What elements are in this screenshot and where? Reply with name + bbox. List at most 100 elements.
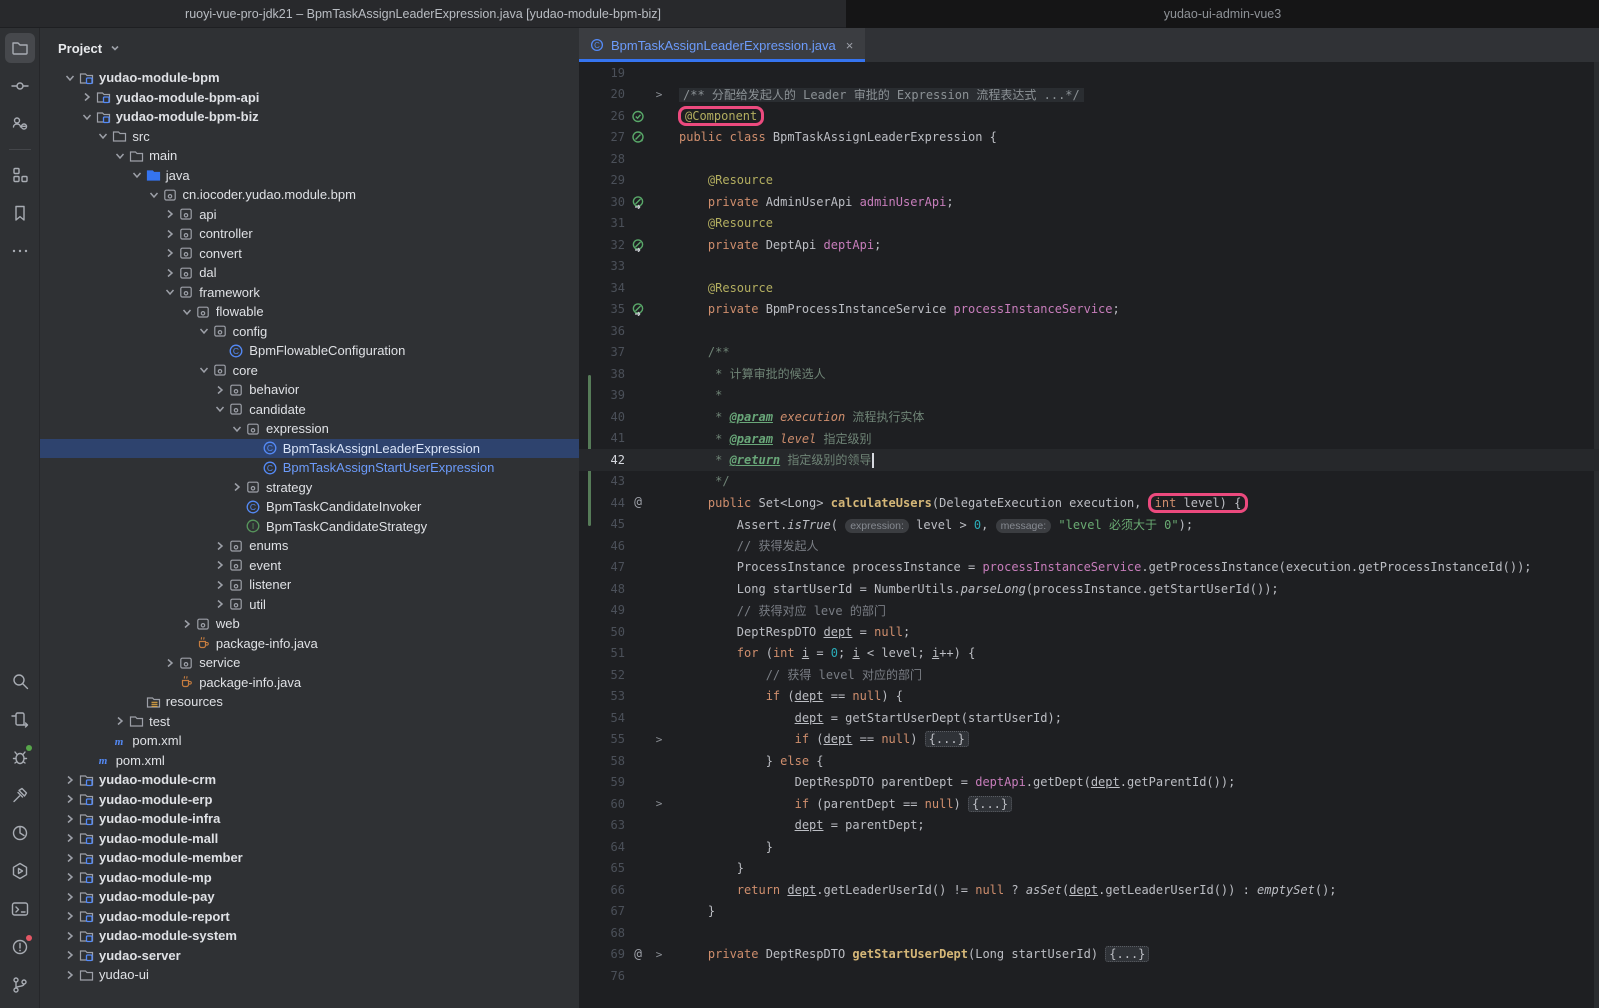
tree-item-yudao-module-infra[interactable]: yudao-module-infra: [40, 809, 579, 829]
tree-item-dal[interactable]: dal: [40, 263, 579, 283]
code-line-37[interactable]: 37 /**: [579, 342, 1599, 364]
folded-region[interactable]: {...}: [1105, 946, 1149, 962]
tab-bpmtaskassignleaderexpression[interactable]: C BpmTaskAssignLeaderExpression.java ×: [579, 28, 865, 62]
tree-item-yudao-module-pay[interactable]: yudao-module-pay: [40, 887, 579, 907]
tree-item-util[interactable]: util: [40, 595, 579, 615]
chevron-right-icon[interactable]: [162, 655, 178, 671]
chevron-right-icon[interactable]: [212, 382, 228, 398]
tree-item-service[interactable]: service: [40, 653, 579, 673]
chevron-down-icon[interactable]: [146, 187, 162, 203]
folded-region[interactable]: {...}: [968, 796, 1012, 812]
code-line-48[interactable]: 48 Long startUserId = NumberUtils.parseL…: [579, 578, 1599, 600]
code-line-76[interactable]: 76: [579, 965, 1599, 987]
annotation-gutter-icon[interactable]: @: [625, 947, 651, 962]
tree-item-src[interactable]: src: [40, 127, 579, 147]
tree-item-convert[interactable]: convert: [40, 244, 579, 264]
code-line-51[interactable]: 51 for (int i = 0; i < level; i++) {: [579, 643, 1599, 665]
tree-item-java[interactable]: java: [40, 166, 579, 186]
more-icon[interactable]: [5, 236, 35, 266]
tree-item-test[interactable]: test: [40, 712, 579, 732]
code-line-64[interactable]: 64 }: [579, 836, 1599, 858]
chevron-down-icon[interactable]: [196, 362, 212, 378]
chevron-down-icon[interactable]: [79, 109, 95, 125]
code-line-50[interactable]: 50 DeptRespDTO dept = null;: [579, 621, 1599, 643]
tree-item-behavior[interactable]: behavior: [40, 380, 579, 400]
chevron-right-icon[interactable]: [62, 830, 78, 846]
close-icon[interactable]: ×: [846, 38, 854, 53]
code-line-26[interactable]: 26@Component: [579, 105, 1599, 127]
chevron-right-icon[interactable]: [162, 226, 178, 242]
code-line-20[interactable]: 20>/** 分配给发起人的 Leader 审批的 Expression 流程表…: [579, 84, 1599, 106]
tree-item-main[interactable]: main: [40, 146, 579, 166]
code-line-67[interactable]: 67 }: [579, 901, 1599, 923]
chevron-right-icon[interactable]: [229, 479, 245, 495]
chevron-right-icon[interactable]: [62, 908, 78, 924]
code-line-31[interactable]: 31 @Resource: [579, 213, 1599, 235]
code-line-59[interactable]: 59 DeptRespDTO parentDept = deptApi.getD…: [579, 772, 1599, 794]
code-line-46[interactable]: 46 // 获得发起人: [579, 535, 1599, 557]
chevron-right-icon[interactable]: [62, 811, 78, 827]
tree-item-yudao-module-bpm-api[interactable]: yudao-module-bpm-api: [40, 88, 579, 108]
chevron-down-icon[interactable]: [112, 148, 128, 164]
fold-arrow-icon[interactable]: >: [651, 733, 667, 746]
code-line-32[interactable]: 32 private DeptApi deptApi;: [579, 234, 1599, 256]
code-line-52[interactable]: 52 // 获得 level 对应的部门: [579, 664, 1599, 686]
project-folder-icon[interactable]: [5, 33, 35, 63]
code-line-33[interactable]: 33: [579, 256, 1599, 278]
tree-item-pom-xml[interactable]: mpom.xml: [40, 731, 579, 751]
tree-item-yudao-module-bpm-biz[interactable]: yudao-module-bpm-biz: [40, 107, 579, 127]
code-line-38[interactable]: 38 * 计算审批的候选人: [579, 363, 1599, 385]
code-line-58[interactable]: 58 } else {: [579, 750, 1599, 772]
code-line-35[interactable]: 35 private BpmProcessInstanceService pro…: [579, 299, 1599, 321]
chevron-down-icon[interactable]: [62, 70, 78, 86]
tree-item-framework[interactable]: framework: [40, 283, 579, 303]
code-line-49[interactable]: 49 // 获得对应 leve 的部门: [579, 600, 1599, 622]
code-line-68[interactable]: 68: [579, 922, 1599, 944]
code-line-43[interactable]: 43 */: [579, 471, 1599, 493]
code-line-41[interactable]: 41 * @param level 指定级别: [579, 428, 1599, 450]
chevron-right-icon[interactable]: [62, 850, 78, 866]
chevron-right-icon[interactable]: [62, 928, 78, 944]
tree-item-yudao-module-report[interactable]: yudao-module-report: [40, 907, 579, 927]
services-icon[interactable]: [5, 856, 35, 886]
chevron-right-icon[interactable]: [179, 616, 195, 632]
spring-wire-icon[interactable]: [625, 195, 651, 209]
chevron-right-icon[interactable]: [162, 265, 178, 281]
code-line-65[interactable]: 65 }: [579, 858, 1599, 880]
chevron-down-icon[interactable]: [196, 323, 212, 339]
tree-item-strategy[interactable]: strategy: [40, 478, 579, 498]
code-line-39[interactable]: 39 *: [579, 385, 1599, 407]
chevron-down-icon[interactable]: [179, 304, 195, 320]
chevron-right-icon[interactable]: [212, 577, 228, 593]
tree-item-bpmtaskcandidatestrategy[interactable]: IBpmTaskCandidateStrategy: [40, 517, 579, 537]
tree-item-yudao-module-system[interactable]: yudao-module-system: [40, 926, 579, 946]
code-line-66[interactable]: 66 return dept.getLeaderUserId() != null…: [579, 879, 1599, 901]
code-line-44[interactable]: 44@ public Set<Long> calculateUsers(Dele…: [579, 492, 1599, 514]
chevron-right-icon[interactable]: [62, 967, 78, 983]
code-line-19[interactable]: 19: [579, 62, 1599, 84]
code-line-45[interactable]: 45 Assert.isTrue( expression: level > 0,…: [579, 514, 1599, 536]
tree-item-yudao-module-member[interactable]: yudao-module-member: [40, 848, 579, 868]
code-line-47[interactable]: 47 ProcessInstance processInstance = pro…: [579, 557, 1599, 579]
code-line-34[interactable]: 34 @Resource: [579, 277, 1599, 299]
tree-item-cn-iocoder-yudao-module-bpm[interactable]: cn.iocoder.yudao.module.bpm: [40, 185, 579, 205]
code-line-36[interactable]: 36: [579, 320, 1599, 342]
tree-item-enums[interactable]: enums: [40, 536, 579, 556]
chevron-right-icon[interactable]: [162, 206, 178, 222]
tree-item-core[interactable]: core: [40, 361, 579, 381]
code-line-28[interactable]: 28: [579, 148, 1599, 170]
code-line-40[interactable]: 40 * @param execution 流程执行实体: [579, 406, 1599, 428]
commit-icon[interactable]: [5, 71, 35, 101]
tree-item-expression[interactable]: expression: [40, 419, 579, 439]
tree-item-yudao-module-mall[interactable]: yudao-module-mall: [40, 829, 579, 849]
chevron-down-icon[interactable]: [162, 284, 178, 300]
chevron-right-icon[interactable]: [112, 713, 128, 729]
tree-item-bpmtaskcandidateinvoker[interactable]: CBpmTaskCandidateInvoker: [40, 497, 579, 517]
bookmarks-icon[interactable]: [5, 198, 35, 228]
code-line-53[interactable]: 53 if (dept == null) {: [579, 686, 1599, 708]
spring-bean-icon[interactable]: [625, 130, 651, 144]
tree-item-resources[interactable]: resources: [40, 692, 579, 712]
tree-item-controller[interactable]: controller: [40, 224, 579, 244]
tree-item-flowable[interactable]: flowable: [40, 302, 579, 322]
chevron-right-icon[interactable]: [62, 791, 78, 807]
